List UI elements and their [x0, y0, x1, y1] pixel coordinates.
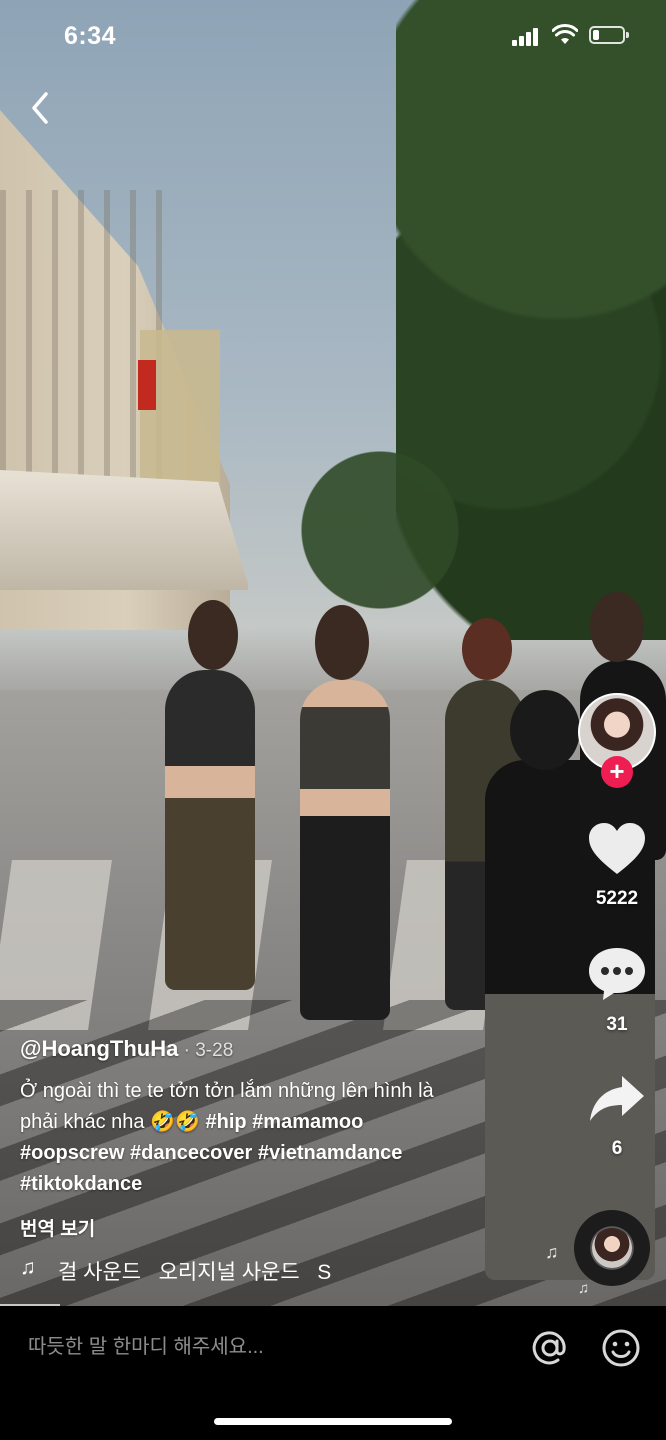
separator-dot: ·: [178, 1040, 196, 1061]
description-text: phải khác nha: [20, 1111, 151, 1133]
description-line: phải khác nha 🤣🤣 #hip #mamamoo: [20, 1107, 520, 1138]
share-count: 6: [611, 1138, 623, 1159]
battery-icon: [589, 26, 629, 44]
cellular-signal-icon: [512, 28, 538, 46]
hashtag-link[interactable]: #tiktokdance: [20, 1173, 142, 1195]
share-arrow-icon[interactable]: [588, 1074, 646, 1124]
chevron-left-icon[interactable]: [24, 88, 58, 128]
description-line: #tiktokdance: [20, 1169, 520, 1200]
tiktok-video-screen: 6:34 + 5222 31 6 ♫ ♫ @HoangThuHa · 3-28 …: [0, 0, 666, 1440]
caption-header: @HoangThuHa · 3-28: [20, 1036, 520, 1062]
comment-input[interactable]: 따듯한 말 한마디 해주세요...: [28, 1330, 264, 1359]
at-sign-icon[interactable]: [530, 1328, 570, 1368]
video-caption: @HoangThuHa · 3-28 Ở ngoài thì te te tởn…: [20, 1036, 520, 1200]
comment-count: 31: [606, 1014, 628, 1035]
floating-music-note-icon: ♫: [578, 1280, 590, 1297]
hashtag-link[interactable]: #dancecover: [130, 1142, 252, 1164]
music-disc-button[interactable]: [574, 1210, 650, 1286]
post-date: 3-28: [195, 1040, 234, 1061]
caption-description: Ở ngoài thì te te tởn tởn lắm những lên …: [20, 1076, 520, 1200]
status-time: 6:34: [64, 22, 117, 50]
hashtag-link[interactable]: #mamamoo: [252, 1111, 363, 1133]
sound-title: 걸 사운드 오리지널 사운드 S: [58, 1261, 332, 1284]
dancer-figure: [165, 670, 255, 990]
heart-icon[interactable]: [587, 822, 647, 876]
see-translation-button[interactable]: 번역 보기: [20, 1214, 95, 1241]
floating-music-note-icon: ♫: [545, 1242, 559, 1262]
hashtag-link[interactable]: #vietnamdance: [258, 1142, 403, 1164]
creator-avatar-button[interactable]: +: [578, 693, 656, 788]
share-button[interactable]: 6: [577, 1074, 657, 1160]
description-line: #oopscrew #dancecover #vietnamdance: [20, 1138, 520, 1169]
comment-button[interactable]: 31: [577, 946, 657, 1036]
dancer-figure: [300, 680, 390, 1020]
creator-username[interactable]: @HoangThuHa: [20, 1036, 178, 1061]
sound-link[interactable]: ♫ 걸 사운드 오리지널 사운드 S: [20, 1256, 350, 1288]
like-count: 5222: [595, 888, 639, 909]
smiley-icon[interactable]: [601, 1328, 641, 1368]
home-indicator[interactable]: [214, 1418, 452, 1425]
sound-cover-avatar: [592, 1228, 632, 1268]
hashtag-link[interactable]: #hip: [205, 1111, 246, 1133]
status-bar: 6:34: [0, 0, 666, 72]
sound-marquee: 걸 사운드 오리지널 사운드 S: [58, 1256, 350, 1286]
flag-illustration: [138, 360, 156, 410]
emoji-text: 🤣🤣: [150, 1111, 200, 1133]
follow-button[interactable]: +: [601, 756, 633, 788]
description-line: Ở ngoài thì te te tởn tởn lắm những lên …: [20, 1080, 434, 1102]
hashtag-link[interactable]: #oopscrew: [20, 1142, 124, 1164]
music-note-icon: ♫: [20, 1256, 36, 1279]
comment-bubble-icon[interactable]: [587, 946, 647, 1002]
wifi-icon: [552, 24, 578, 44]
like-button[interactable]: 5222: [577, 822, 657, 910]
